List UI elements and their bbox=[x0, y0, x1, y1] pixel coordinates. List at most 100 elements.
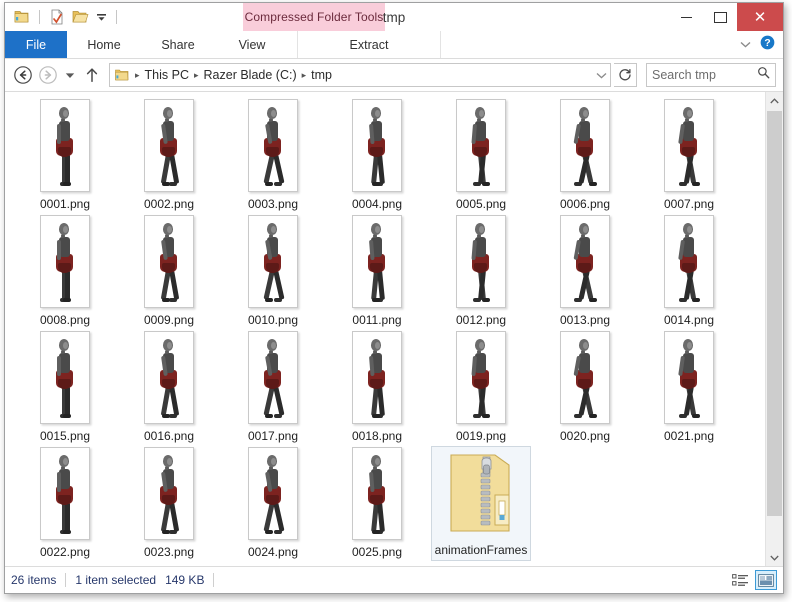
back-button[interactable] bbox=[12, 64, 34, 86]
details-view-icon bbox=[731, 573, 748, 586]
tab-file[interactable]: File bbox=[5, 31, 67, 58]
file-name-label: 0018.png bbox=[351, 429, 403, 443]
customize-dropdown-icon[interactable] bbox=[94, 9, 108, 25]
recent-locations-icon[interactable] bbox=[62, 64, 78, 86]
file-item[interactable]: 0004.png bbox=[325, 98, 429, 214]
status-divider-2 bbox=[213, 573, 215, 587]
title-bar: Compressed Folder Tools tmp ✕ bbox=[5, 3, 783, 31]
image-thumbnail bbox=[664, 331, 714, 424]
minimize-button[interactable] bbox=[669, 3, 703, 31]
forward-button[interactable] bbox=[37, 64, 59, 86]
image-thumbnail bbox=[144, 331, 194, 424]
breadcrumb-item-tmp[interactable]: tmp bbox=[308, 68, 335, 82]
scroll-down-icon[interactable] bbox=[766, 549, 783, 566]
search-input[interactable]: Search tmp bbox=[652, 68, 757, 82]
address-bar: ▸ This PC ▸ Razer Blade (C:) ▸ tmp Searc… bbox=[5, 59, 783, 91]
file-name-label: 0007.png bbox=[663, 197, 715, 211]
address-dropdown-icon[interactable] bbox=[592, 72, 610, 79]
file-item[interactable]: 0001.png bbox=[13, 98, 117, 214]
close-button[interactable]: ✕ bbox=[737, 3, 783, 31]
file-name-label: 0006.png bbox=[559, 197, 611, 211]
image-thumbnail bbox=[144, 99, 194, 192]
image-thumbnail bbox=[560, 331, 610, 424]
file-item-folder[interactable]: animationFrames bbox=[429, 446, 533, 562]
file-item[interactable]: 0023.png bbox=[117, 446, 221, 562]
search-box[interactable]: Search tmp bbox=[646, 63, 776, 87]
vertical-scrollbar[interactable] bbox=[765, 92, 783, 566]
file-item[interactable]: 0014.png bbox=[637, 214, 741, 330]
image-thumbnail bbox=[352, 447, 402, 540]
window-controls: ✕ bbox=[669, 3, 783, 31]
file-item[interactable]: 0015.png bbox=[13, 330, 117, 446]
file-list-pane[interactable]: 0001.png 0002.png 0003.png 0004.png 0005.png… bbox=[5, 92, 765, 566]
breadcrumb-item-this-pc[interactable]: This PC bbox=[142, 68, 192, 82]
file-name-label: 0001.png bbox=[39, 197, 91, 211]
file-item[interactable]: 0020.png bbox=[533, 330, 637, 446]
file-item[interactable]: 0002.png bbox=[117, 98, 221, 214]
explorer-window: Compressed Folder Tools tmp ✕ File Home … bbox=[4, 2, 784, 594]
tab-view[interactable]: View bbox=[215, 31, 289, 58]
file-item[interactable]: 0022.png bbox=[13, 446, 117, 562]
maximize-button[interactable] bbox=[703, 3, 737, 31]
file-name-label: 0024.png bbox=[247, 545, 299, 559]
file-name-label: 0020.png bbox=[559, 429, 611, 443]
search-icon[interactable] bbox=[757, 66, 770, 84]
tab-share[interactable]: Share bbox=[141, 31, 215, 58]
large-icons-view-button[interactable] bbox=[755, 570, 777, 590]
image-thumbnail bbox=[352, 215, 402, 308]
breadcrumb-sep-2[interactable]: ▸ bbox=[300, 70, 309, 81]
file-item[interactable]: 0013.png bbox=[533, 214, 637, 330]
file-name-label: animationFrames bbox=[434, 543, 528, 557]
image-thumbnail bbox=[456, 215, 506, 308]
details-view-button[interactable] bbox=[729, 570, 751, 590]
folder-icon[interactable] bbox=[13, 8, 31, 26]
up-button[interactable] bbox=[81, 64, 103, 86]
new-folder-icon[interactable] bbox=[71, 8, 89, 26]
file-item[interactable]: 0010.png bbox=[221, 214, 325, 330]
window-title: tmp bbox=[382, 9, 406, 25]
refresh-button[interactable] bbox=[614, 63, 637, 87]
tab-extract[interactable]: Extract bbox=[297, 31, 441, 58]
file-item[interactable]: 0006.png bbox=[533, 98, 637, 214]
file-item[interactable]: 0017.png bbox=[221, 330, 325, 446]
image-thumbnail bbox=[40, 215, 90, 308]
image-thumbnail bbox=[248, 331, 298, 424]
file-item[interactable]: 0021.png bbox=[637, 330, 741, 446]
chevron-down-icon[interactable] bbox=[739, 39, 751, 51]
zipped-folder-icon bbox=[442, 447, 520, 538]
view-buttons bbox=[729, 570, 777, 590]
file-item[interactable]: 0019.png bbox=[429, 330, 533, 446]
svg-text:?: ? bbox=[764, 38, 770, 49]
file-name-label: 0017.png bbox=[247, 429, 299, 443]
file-item[interactable]: 0025.png bbox=[325, 446, 429, 562]
status-size: 149 KB bbox=[165, 573, 205, 587]
file-item[interactable]: 0011.png bbox=[325, 214, 429, 330]
properties-icon[interactable] bbox=[48, 8, 66, 26]
file-item[interactable]: 0005.png bbox=[429, 98, 533, 214]
file-item[interactable]: 0007.png bbox=[637, 98, 741, 214]
breadcrumb-sep-1[interactable]: ▸ bbox=[192, 70, 201, 81]
image-thumbnail bbox=[248, 99, 298, 192]
breadcrumb-item-razer-blade-c[interactable]: Razer Blade (C:) bbox=[201, 68, 300, 82]
scrollbar-thumb[interactable] bbox=[767, 111, 782, 516]
file-name-label: 0005.png bbox=[455, 197, 507, 211]
breadcrumb-bar[interactable]: ▸ This PC ▸ Razer Blade (C:) ▸ tmp bbox=[109, 63, 611, 87]
image-thumbnail bbox=[40, 99, 90, 192]
file-item[interactable]: 0009.png bbox=[117, 214, 221, 330]
image-thumbnail bbox=[248, 215, 298, 308]
file-item[interactable]: 0018.png bbox=[325, 330, 429, 446]
file-name-label: 0002.png bbox=[143, 197, 195, 211]
file-item[interactable]: 0012.png bbox=[429, 214, 533, 330]
scrollbar-track[interactable] bbox=[766, 109, 783, 549]
file-name-label: 0012.png bbox=[455, 313, 507, 327]
image-thumbnail bbox=[40, 331, 90, 424]
file-item[interactable]: 0016.png bbox=[117, 330, 221, 446]
tab-home[interactable]: Home bbox=[67, 31, 141, 58]
file-name-label: 0022.png bbox=[39, 545, 91, 559]
file-item[interactable]: 0024.png bbox=[221, 446, 325, 562]
file-name-label: 0011.png bbox=[352, 313, 402, 327]
scroll-up-icon[interactable] bbox=[766, 92, 783, 109]
help-icon[interactable]: ? bbox=[760, 35, 775, 55]
file-item[interactable]: 0008.png bbox=[13, 214, 117, 330]
file-item[interactable]: 0003.png bbox=[221, 98, 325, 214]
